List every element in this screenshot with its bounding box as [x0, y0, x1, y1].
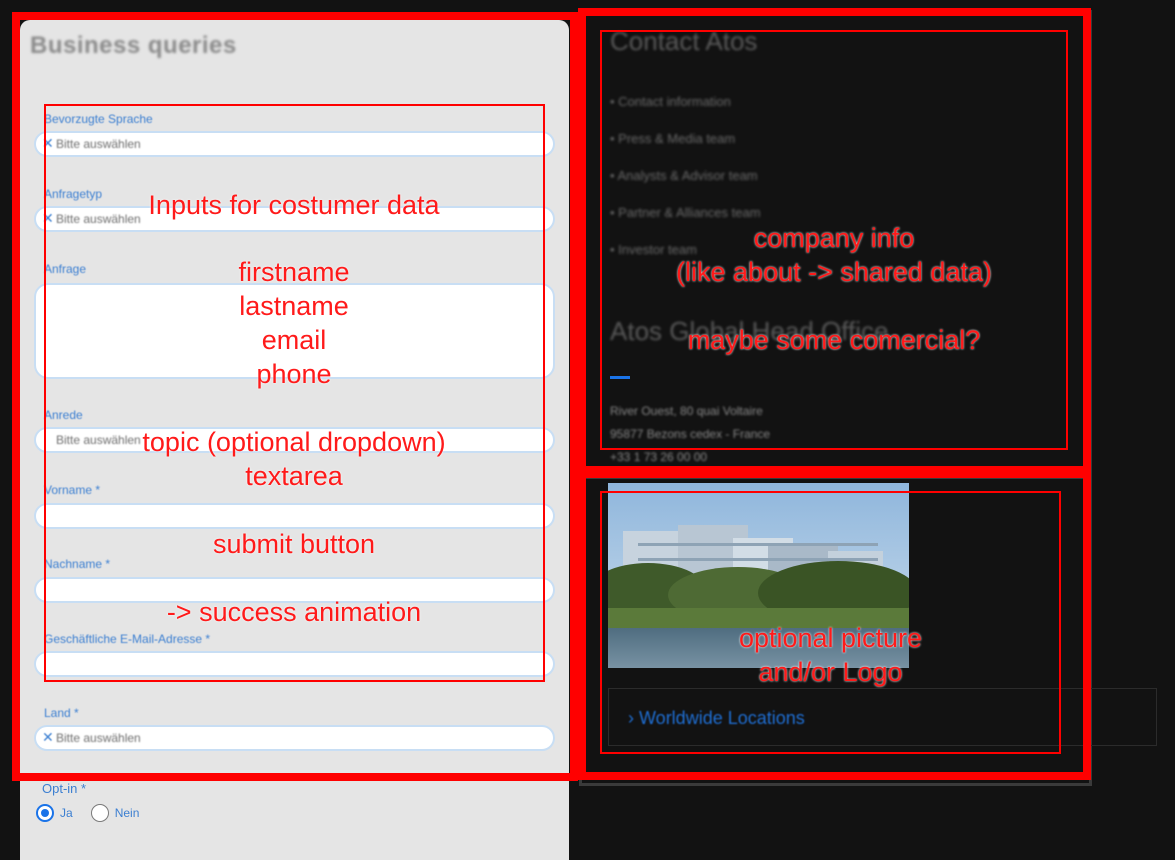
annotation-textarea: textarea: [245, 461, 343, 491]
optin-label: Opt-in *: [42, 781, 87, 796]
optin-no-radio[interactable]: [90, 804, 109, 822]
optin-yes-label: Ja: [60, 806, 73, 820]
annotation-submit: submit button: [212, 529, 376, 559]
optin-yes-radio[interactable]: [36, 804, 54, 822]
annotation-shared-data: (like about -> shared data): [676, 257, 992, 287]
annotation-email: email: [261, 325, 327, 355]
optin-no-label: Nein: [114, 806, 140, 820]
annotation-lastname: lastname: [239, 291, 349, 321]
annotation-commercial: maybe some comercial?: [687, 325, 981, 355]
annotation-logo: and/or Logo: [758, 657, 903, 687]
annotation-success: -> success animation: [166, 597, 422, 627]
optin-radio-group: Ja Nein: [36, 804, 151, 822]
annotation-inputs: Inputs for costumer data: [148, 190, 440, 220]
annotation-company-info: company info: [753, 223, 915, 253]
annotation-picture: optional picture: [738, 623, 923, 653]
annotation-firstname: firstname: [238, 257, 350, 287]
annotation-phone: phone: [256, 359, 332, 389]
annotation-topic: topic (optional dropdown): [142, 427, 446, 457]
